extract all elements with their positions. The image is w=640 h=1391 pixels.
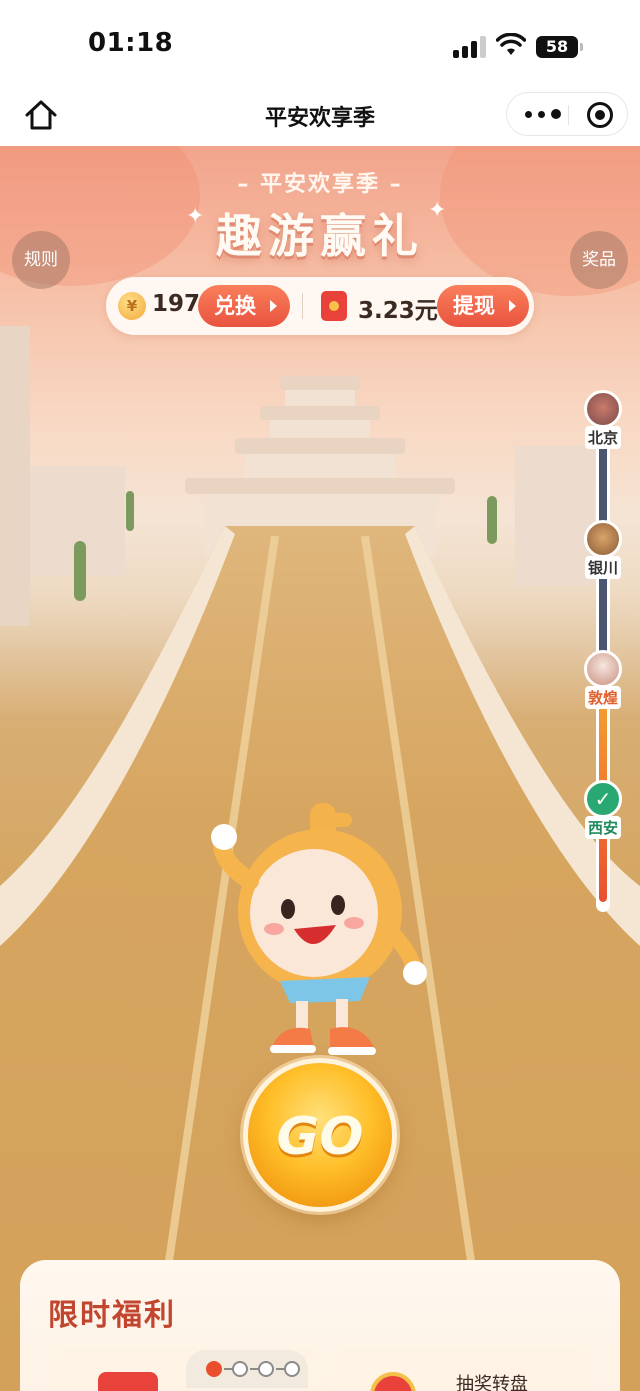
go-button-label: GO: [276, 1107, 364, 1167]
balance-bar: ¥ 197 兑换 3.23元 提现: [106, 277, 534, 335]
step-dot: [284, 1361, 300, 1377]
lottery-wheel-card[interactable]: 抽奖转盘: [330, 1348, 592, 1391]
coin-icon: ¥: [118, 292, 146, 320]
route-city-dunhuang[interactable]: 敦煌: [582, 650, 624, 709]
game-scene: – 平安欢享季 – 趣游赢礼 ✦ ✦ 规则 奖品 ¥ 197 兑换 3.23元 …: [0, 146, 640, 1391]
sparkle-icon: ✦: [428, 198, 447, 223]
banner-subtitle: – 平安欢享季 –: [237, 172, 403, 197]
cash-amount: 3.23元: [358, 298, 438, 324]
banner-title: 趣游赢礼: [216, 209, 424, 263]
benefits-title: 限时福利: [48, 1298, 176, 1333]
benefit-card-text: 抽奖转盘: [456, 1374, 528, 1391]
withdraw-button[interactable]: 提现: [437, 285, 529, 327]
mascot-character: [211, 803, 427, 1055]
route-city-xian[interactable]: ✓ 西安: [582, 780, 624, 839]
route-city-beijing[interactable]: 北京: [582, 390, 624, 449]
sparkle-icon: ✦: [186, 204, 205, 229]
limited-benefits-panel: 限时福利 抽奖转盘: [20, 1260, 620, 1391]
arrow-right-icon: [509, 300, 516, 312]
city-avatar-icon: [584, 520, 622, 558]
step-done-icon: [206, 1361, 222, 1377]
city-avatar-icon: [584, 650, 622, 688]
miniprogram-capsule: [506, 92, 628, 136]
prizes-button[interactable]: 奖品: [570, 231, 628, 289]
arrow-right-icon: [270, 300, 277, 312]
cellular-signal-icon: [453, 36, 487, 58]
route-city-yinchuan[interactable]: 银川: [582, 520, 624, 579]
balance-divider: [302, 293, 303, 319]
check-icon: ✓: [584, 780, 622, 818]
gift-icon: [98, 1372, 158, 1391]
city-label: 西安: [584, 816, 621, 839]
go-button[interactable]: GO: [243, 1058, 397, 1212]
wifi-icon: [496, 33, 526, 55]
coin-count: 197: [152, 291, 201, 317]
step-dot: [232, 1361, 248, 1377]
red-packet-icon: [321, 291, 347, 321]
withdraw-label: 提现: [453, 294, 495, 318]
status-bar: 01:18 58: [0, 0, 640, 90]
exchange-label: 兑换: [214, 294, 256, 318]
battery-indicator: 58: [536, 36, 583, 58]
benefit-stepper: [186, 1350, 308, 1388]
nav-bar: 平安欢享季: [0, 90, 640, 146]
exchange-button[interactable]: 兑换: [198, 285, 290, 327]
capsule-divider: [568, 105, 569, 125]
status-time: 01:18: [88, 28, 174, 58]
lottery-wheel-icon: [370, 1372, 416, 1391]
city-label: 银川: [584, 556, 621, 579]
city-label: 北京: [584, 426, 621, 449]
step-dot: [258, 1361, 274, 1377]
city-avatar-icon: [584, 390, 622, 428]
cactus: [126, 491, 134, 531]
close-miniprogram-icon[interactable]: [587, 102, 613, 128]
rules-button[interactable]: 规则: [12, 231, 70, 289]
city-label: 敦煌: [584, 686, 621, 709]
more-icon[interactable]: [521, 103, 565, 125]
